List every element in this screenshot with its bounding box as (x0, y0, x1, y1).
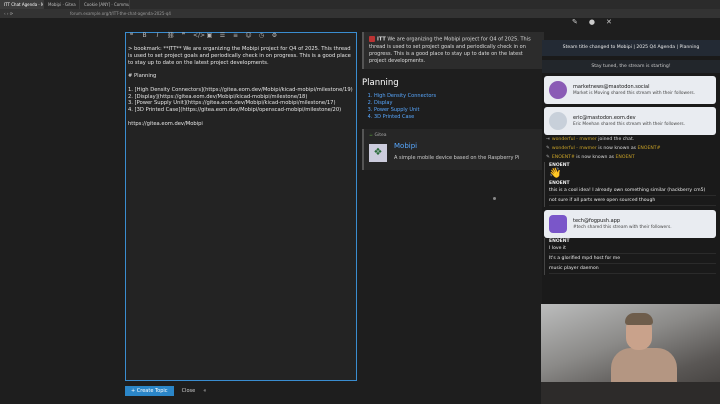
chat-message: ENOENT I love it It's a glorified mpd ho… (544, 238, 720, 275)
numbered-list-icon[interactable]: ≡ (232, 32, 239, 42)
message-text: music player daemon (549, 264, 716, 274)
join-icon: ⇥ (546, 137, 550, 142)
editor-line: 3. [Power Supply Unit](https://gitea.eom… (128, 100, 336, 107)
link-icon[interactable]: ⛓ (167, 32, 175, 42)
url-text: forum.example.org/t/ITT-the-chat-agenda-… (70, 11, 171, 16)
emoji-icon[interactable]: ☺ (245, 32, 252, 42)
editor-line: 2. [Display](https://gitea.eom.dev/Mobip… (128, 93, 308, 100)
quote-text: We are organizing the Mobipi project for… (369, 36, 531, 64)
chat-message: ENOENT 👋 (544, 162, 720, 180)
onebox-description: A simple mobile device based on the Rasp… (394, 154, 520, 161)
avatar (549, 215, 567, 233)
rename-icon: ✎ (546, 146, 550, 151)
desk (541, 382, 720, 404)
avatar (549, 112, 567, 130)
user-icon[interactable]: ● (589, 18, 595, 26)
card-handle[interactable]: eric@mastodon.eom.dev (573, 115, 685, 121)
mouse-cursor (493, 197, 496, 200)
share-card: tech@fogpush.app #tech shared this stream… (544, 210, 716, 238)
preview-quote: ITT We are organizing the Mobipi project… (362, 32, 544, 69)
card-text: Market is Moving shared this stream with… (573, 91, 696, 96)
header-icons: ✎ ● ✕ (572, 18, 612, 26)
bullet-list-icon[interactable]: ☰ (219, 32, 226, 42)
card-text: Eric Meehan shared this stream with thei… (573, 122, 686, 127)
close-icon[interactable]: ✕ (606, 18, 612, 26)
quote-icon[interactable]: ❝ (128, 32, 135, 42)
create-topic-button[interactable]: + Create Topic (125, 386, 174, 396)
card-text: #tech shared this stream with their foll… (573, 225, 672, 230)
browser-tabbar: ITT Chat Agenda · Mo Mobipi · Gitea Cook… (0, 0, 720, 9)
share-card: marketnews@mastodon.social Market is Movi… (544, 76, 716, 104)
quote-prefix: ITT (377, 36, 386, 43)
title-change-banner: Steam title changed to Mobipi | 2025 Q4 … (542, 40, 720, 56)
system-message: ✎ wonderful - mwmer is now known as ENOEN… (542, 144, 720, 153)
planning-link[interactable]: 3D Printed Case (374, 114, 544, 121)
system-message: ⇥ wonderful - mwmer joined the chat. (542, 135, 720, 144)
planning-link[interactable]: Power Supply Unit (374, 107, 544, 114)
message-text: It's a glorified mpd host for me (549, 254, 716, 264)
new-name: ENOENT# (637, 146, 661, 151)
user-name: wonderful - mwmer (551, 137, 597, 142)
editor-line: > bookmark: **ITT** We are organizing th… (128, 46, 351, 66)
user-name: wonderful - mwmer (551, 146, 597, 151)
planning-list: High Density Connectors Display Power Su… (362, 93, 544, 121)
composer-preview: ITT We are organizing the Mobipi project… (362, 32, 544, 170)
planning-link[interactable]: High Density Connectors (374, 93, 544, 100)
code-icon[interactable]: </> (193, 32, 205, 42)
rename-icon: ✎ (546, 155, 550, 160)
editor-line: 4. [3D Printed Case](https://gitea.eom.d… (128, 107, 342, 114)
gear-icon[interactable]: ⚙ (271, 32, 278, 42)
preview-heading: Planning (362, 77, 399, 88)
blockquote-icon[interactable]: ❞ (180, 32, 187, 42)
share-card: eric@mastodon.eom.dev Eric Meehan shared … (544, 107, 716, 135)
image-icon[interactable]: ▣ (206, 32, 213, 42)
collapse-icon[interactable]: « (203, 388, 206, 394)
new-name: ENOENT (615, 155, 635, 160)
system-text: is now known as (576, 155, 616, 160)
address-bar[interactable]: ‹ › ⟳ forum.example.org/t/ITT-the-chat-a… (0, 9, 720, 18)
card-handle[interactable]: marketnews@mastodon.social (573, 84, 695, 90)
chat-message: ENOENT this is a cool idea! I already ow… (544, 180, 720, 207)
message-text: I love it (549, 244, 716, 254)
composer-actions: + Create Topic Close « (125, 386, 206, 396)
bookmark-icon (369, 36, 375, 42)
browser-tab[interactable]: Mobipi · Gitea (44, 0, 80, 9)
pen-icon[interactable]: ✎ (572, 18, 578, 26)
italic-icon[interactable]: I (154, 32, 161, 42)
system-message: ✎ ENOENT# is now known as ENOENT (542, 153, 720, 162)
avatar (549, 81, 567, 99)
system-text: joined the chat. (598, 137, 635, 142)
person-hair (625, 313, 653, 325)
onebox-title[interactable]: Mobipi (394, 142, 519, 150)
composer-text[interactable]: > bookmark: **ITT** We are organizing th… (128, 46, 354, 128)
planning-link[interactable]: Display (374, 100, 544, 107)
gitea-onebox: ☕ Gitea ❖ Mobipi A simple mobile device … (362, 128, 544, 170)
bold-icon[interactable]: B (141, 32, 148, 42)
composer-toolbar: ❝ B I ⛓ ❞ </> ▣ ☰ ≡ ☺ ◷ ⚙ (128, 32, 278, 42)
user-name: ENOENT# (551, 155, 575, 160)
card-handle[interactable]: tech@fogpush.app (573, 218, 672, 224)
gitea-icon: ☕ (369, 132, 374, 138)
message-text: this is a cool idea! I already own somet… (549, 186, 716, 196)
editor-line: https://gitea.eom.dev/Mobipi (128, 120, 203, 127)
browser-tab[interactable]: ITT Chat Agenda · Mo (0, 0, 44, 9)
wave-emoji: 👋 (549, 168, 562, 179)
editor-line: 1. [High Density Connectors](https://git… (128, 86, 353, 93)
repo-logo-icon: ❖ (369, 143, 387, 162)
onebox-source: Gitea (374, 132, 387, 138)
date-icon[interactable]: ◷ (258, 32, 265, 42)
message-text: not sure if all parts were open sourced … (549, 196, 716, 206)
stream-starting-banner: Stay tuned, the stream is starting! (542, 60, 720, 73)
close-link[interactable]: Close (182, 388, 196, 394)
nav-arrows-icon[interactable]: ‹ › ⟳ (4, 9, 13, 18)
browser-tab[interactable]: Cookie [ANY] · Communi (80, 0, 130, 9)
webcam-overlay (541, 304, 720, 404)
system-text: is now known as (598, 146, 638, 151)
editor-line: # Planning (128, 73, 157, 80)
